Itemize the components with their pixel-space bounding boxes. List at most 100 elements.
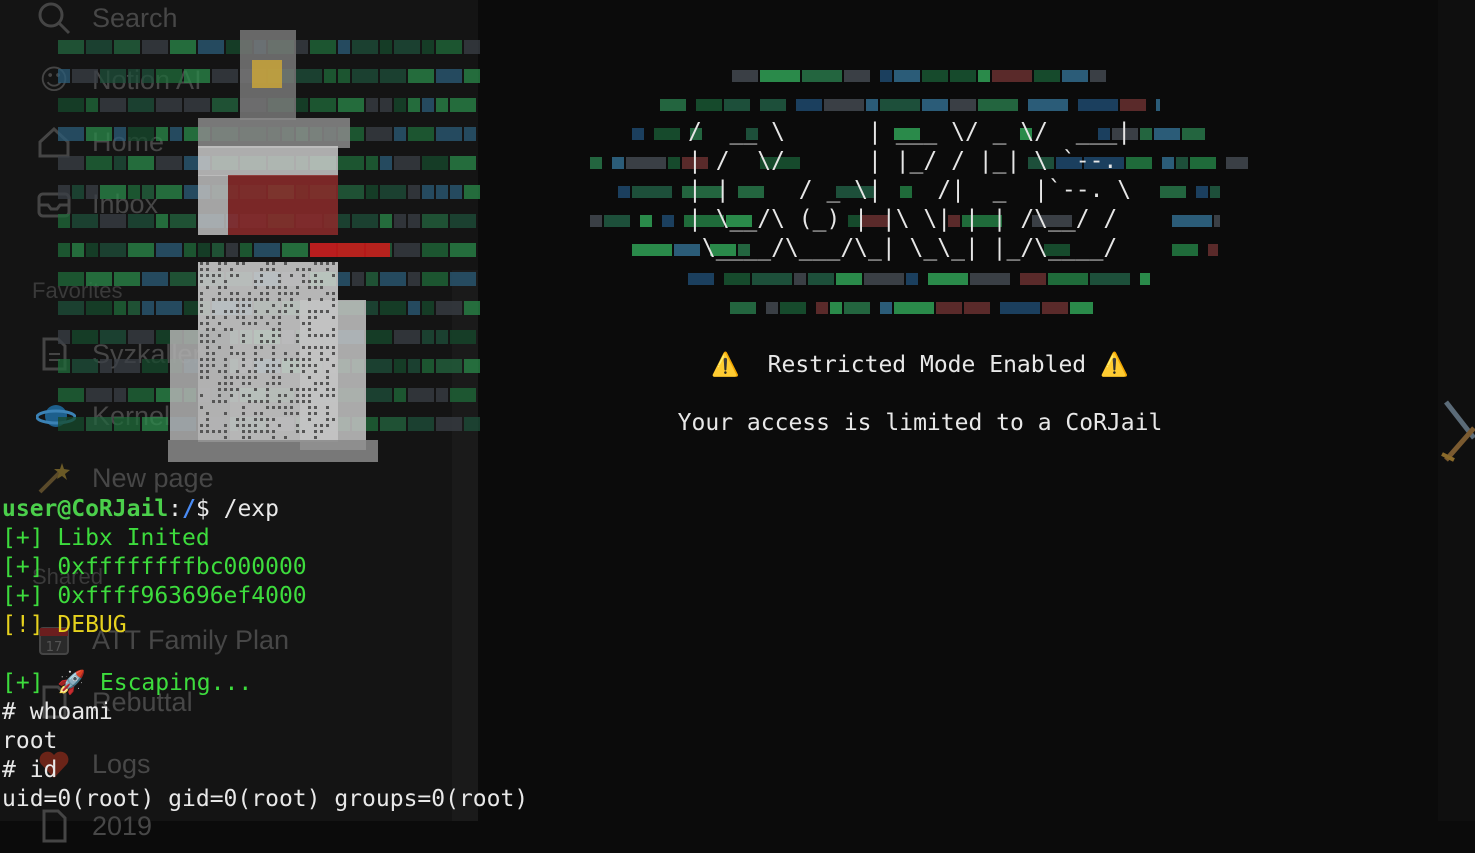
pixel-art-dither [224,376,227,379]
pixel-art-dither [314,406,317,409]
banner-noise-block [1210,186,1220,198]
pixel-art-dither [314,346,317,349]
pixel-art-dither [266,418,269,421]
banner-noise-block [1034,70,1060,82]
banner-noise-block [1154,128,1180,140]
pixel-art-dither [272,352,275,355]
pixel-art-dither [332,364,335,367]
pixel-art-dither [278,424,281,427]
banner-noise-block [760,99,786,111]
banner-noise-block [1196,186,1208,198]
pixel-art-dither [266,370,269,373]
banner-noise-block [964,302,990,314]
pixel-art-dither [272,430,275,433]
banner-noise-block [668,157,680,169]
pixel-art-block [366,330,392,344]
pixel-art-dither [308,364,311,367]
pixel-art-dither [320,334,323,337]
pixel-art-dither [302,388,305,391]
pixel-art-dither [320,352,323,355]
pixel-art-dither [332,394,335,397]
pixel-art-block [380,417,406,431]
pixel-art-dither [206,412,209,415]
pixel-art-dither [200,430,203,433]
pixel-art-dither [326,376,329,379]
pixel-art-dither [236,376,239,379]
pixel-art-block [436,417,462,431]
banner-noise-block [632,128,644,140]
pixel-art-dither [308,346,311,349]
pixel-art-dither [260,346,263,349]
pixel-art-dither [326,418,329,421]
pixel-art-block [142,359,168,373]
pixel-art-dither [332,352,335,355]
pixel-art-dither [260,418,263,421]
sidebar-item-2019[interactable]: 2019 [92,811,152,841]
pixel-art-dither [200,370,203,373]
pixel-art-dither [242,364,245,367]
pixel-art-dither [308,358,311,361]
pixel-art-dither [200,340,203,343]
terminal-output[interactable]: user@CoRJail:/$ /exp [+] Libx Inited [+]… [2,495,528,814]
pixel-art-dither [266,388,269,391]
terminal-line: root [2,728,58,754]
pixel-art-dither [248,370,251,373]
banner-noise-block [724,273,750,285]
banner-noise-block [1090,70,1106,82]
pixel-art-dither [254,400,257,403]
pixel-art-dither [224,400,227,403]
pixel-art-dither [206,340,209,343]
banner-noise-block [1226,157,1248,169]
pixel-art-dither [218,430,221,433]
pixel-art-dither [218,346,221,349]
pixel-art-block [436,330,448,344]
pixel-art-dither [218,370,221,373]
pixel-art-dither [242,340,245,343]
banner-noise-block [936,302,962,314]
pixel-art-dither [314,334,317,337]
pixel-art-dither [290,364,293,367]
banner-noise-block [1000,302,1040,314]
banner-noise-block [766,302,778,314]
pixel-art-block [114,417,140,431]
banner-noise-block [830,302,842,314]
pixel-art-dither [260,412,263,415]
pixel-art-dither [308,394,311,397]
banner-noise-block [1176,157,1188,169]
pixel-art-block [114,359,140,373]
terminal-prompt-line: user@CoRJail:/$ /exp [2,495,528,524]
pixel-art-dither [302,430,305,433]
pixel-art-dither [254,370,257,373]
pixel-art-dither [230,388,233,391]
pixel-art-dither [206,370,209,373]
pixel-art-dither [230,394,233,397]
pixel-art-dither [224,388,227,391]
pixel-art-dither [248,424,251,427]
pixel-art-dither [290,406,293,409]
pixel-art-dither [320,358,323,361]
pixel-art-dither [254,424,257,427]
pixel-art-dither [260,340,263,343]
pixel-art-dither [314,388,317,391]
pixel-art-dither [278,334,281,337]
banner-noise-block [1028,99,1068,111]
pixel-art-dither [296,358,299,361]
pixel-art-dither [326,424,329,427]
pixel-art-dither [254,376,257,379]
pixel-art-dither [200,424,203,427]
pixel-art-dither [296,364,299,367]
pixel-art-dither [236,370,239,373]
pixel-art-dither [296,424,299,427]
pixel-art-dither [224,436,227,439]
pixel-art-dither [230,382,233,385]
pixel-art-block [72,330,98,344]
pixel-art-dither [248,430,251,433]
pixel-art-dither [272,406,275,409]
banner-noise-block [1172,215,1212,227]
terminal-line: [+] Libx Inited [2,525,210,551]
pixel-art-block [128,388,154,402]
pixel-art-dither [302,394,305,397]
banner-noise-block [978,70,990,82]
pixel-art-dither [296,340,299,343]
